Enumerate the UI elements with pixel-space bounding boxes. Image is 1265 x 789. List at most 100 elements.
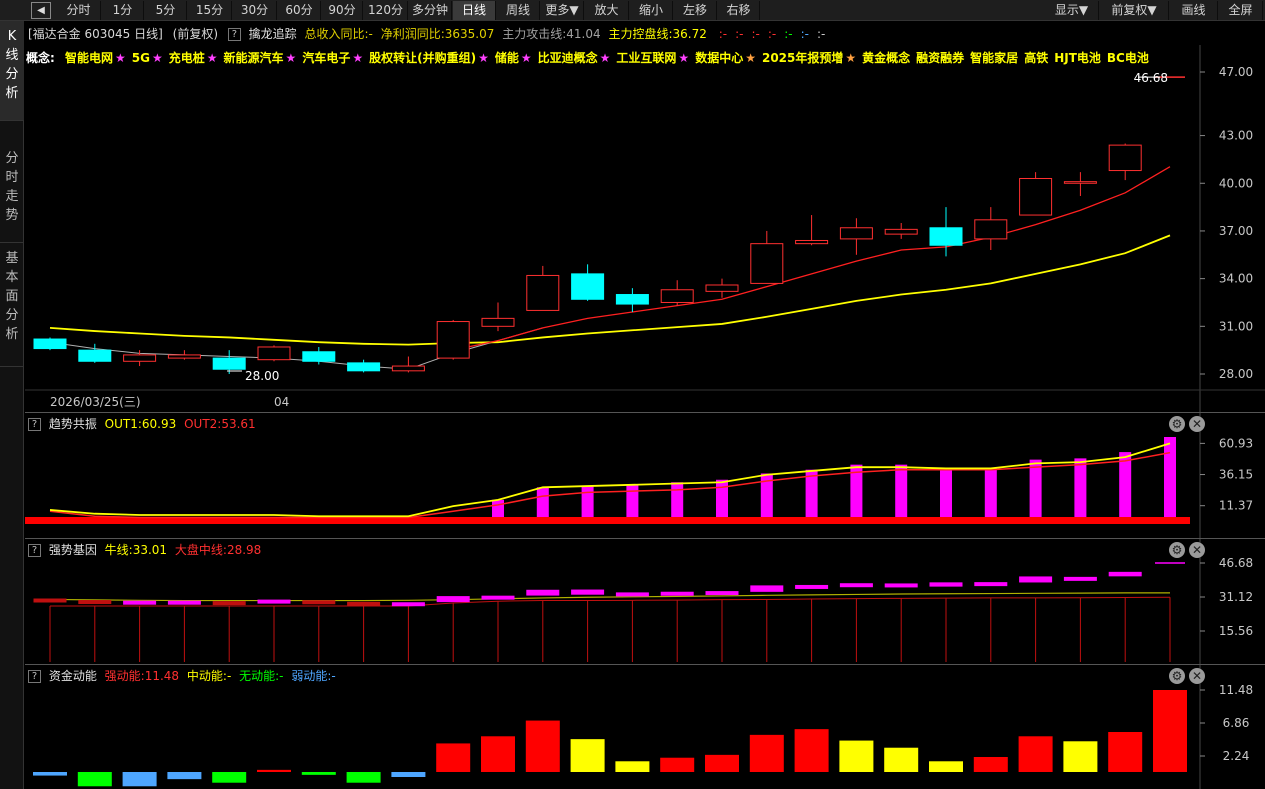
fund-axis-label: 11.48 xyxy=(1219,683,1253,697)
gene-candle xyxy=(347,601,381,606)
gene-candle xyxy=(571,589,605,595)
panel-fund-header: ? 资金动能 强动能:11.48 中动能:- 无动能:- 弱动能:- xyxy=(28,668,336,684)
candle[interactable] xyxy=(526,274,560,311)
fund-bar xyxy=(257,769,291,772)
panel-gene-name[interactable]: 强势基因 xyxy=(49,543,97,557)
fund-bar xyxy=(391,772,426,777)
fund-axis-label: 2.24 xyxy=(1223,749,1250,763)
candle[interactable] xyxy=(123,354,157,362)
fund-bar xyxy=(122,772,157,787)
candle[interactable] xyxy=(660,289,694,303)
gene-axis-label: 46.68 xyxy=(1219,556,1253,570)
sidebar-tab-1[interactable]: 分时走势 xyxy=(0,143,24,243)
gene-candle xyxy=(33,598,67,603)
gene-candle xyxy=(436,596,470,603)
panel-divider[interactable] xyxy=(25,412,1265,413)
gene-candle xyxy=(884,583,918,588)
fund-bar xyxy=(525,720,560,772)
gene-candle xyxy=(660,591,694,596)
help-icon[interactable]: ? xyxy=(28,418,41,431)
gene-candle xyxy=(750,585,784,592)
candle[interactable] xyxy=(884,228,918,235)
candle[interactable] xyxy=(212,357,246,370)
price-axis-label: 40.00 xyxy=(1219,176,1253,190)
candle[interactable] xyxy=(302,351,336,362)
candle[interactable] xyxy=(929,227,963,246)
candle[interactable] xyxy=(571,273,605,300)
trend-bar xyxy=(671,482,684,520)
high-price-mark: 46.68 xyxy=(1134,71,1168,85)
panel-trend-name[interactable]: 趋势共振 xyxy=(49,417,97,431)
gear-icon[interactable]: ⚙ xyxy=(1169,416,1185,432)
trend-axis-label: 60.93 xyxy=(1219,436,1253,450)
candle[interactable] xyxy=(347,362,381,372)
price-axis-label: 43.00 xyxy=(1219,129,1253,143)
candle[interactable] xyxy=(1019,177,1053,216)
trend-bar xyxy=(940,468,952,520)
gear-icon[interactable]: ⚙ xyxy=(1169,668,1185,684)
gear-icon[interactable]: ⚙ xyxy=(1169,542,1185,558)
price-axis-label: 37.00 xyxy=(1219,224,1253,238)
out1-value: OUT1:60.93 xyxy=(104,417,177,431)
ma-yellow-line xyxy=(49,234,1171,346)
help-icon[interactable]: ? xyxy=(28,544,41,557)
fund-axis-label: 6.86 xyxy=(1223,716,1250,730)
candle[interactable] xyxy=(167,354,201,359)
panel-fund-name[interactable]: 资金动能 xyxy=(49,669,97,683)
price-axis-label: 31.00 xyxy=(1219,319,1253,333)
gene-candle xyxy=(795,584,829,589)
fund-bar xyxy=(615,761,650,772)
trend-axis-label: 11.37 xyxy=(1219,499,1253,513)
panel-divider[interactable] xyxy=(25,664,1265,665)
gene-candle xyxy=(481,595,515,600)
strong-energy-value: 强动能:11.48 xyxy=(104,669,180,683)
trend-bar xyxy=(581,486,594,520)
date-month-label: 04 xyxy=(274,395,289,409)
candle[interactable] xyxy=(391,365,425,372)
trend-bar xyxy=(984,468,997,520)
candle[interactable] xyxy=(750,243,784,284)
panel-gene-tools: ⚙ ✕ xyxy=(1167,542,1207,558)
no-energy-value: 无动能:- xyxy=(239,669,284,683)
trend-bar xyxy=(895,464,908,520)
close-icon[interactable]: ✕ xyxy=(1189,542,1205,558)
out1-line xyxy=(49,442,1171,518)
trend-bar xyxy=(805,469,818,520)
fund-bar xyxy=(705,754,739,772)
close-icon[interactable]: ✕ xyxy=(1189,668,1205,684)
candle[interactable] xyxy=(615,294,649,305)
fund-bar xyxy=(1108,732,1143,772)
candle[interactable] xyxy=(436,321,470,359)
candle[interactable] xyxy=(1108,144,1142,172)
fund-bar xyxy=(212,772,247,783)
candle[interactable] xyxy=(705,284,739,292)
candle[interactable] xyxy=(257,346,291,361)
ma-red-line xyxy=(453,166,1171,351)
fund-bar xyxy=(77,772,112,787)
gene-candle xyxy=(1019,576,1053,583)
market-line-value: 大盘中线:28.98 xyxy=(174,543,262,557)
candle[interactable] xyxy=(481,317,515,327)
candle[interactable] xyxy=(1063,181,1097,184)
trend-bar xyxy=(1119,452,1132,520)
weak-energy-value: 弱动能:- xyxy=(291,669,336,683)
gene-candle xyxy=(167,600,201,605)
trend-bar xyxy=(716,479,728,520)
trend-bar xyxy=(626,484,639,520)
candle[interactable] xyxy=(78,349,112,362)
fund-bar xyxy=(660,757,695,772)
candle[interactable] xyxy=(839,227,873,240)
candle[interactable] xyxy=(795,239,829,245)
help-icon[interactable]: ? xyxy=(28,670,41,683)
sidebar-tab-0[interactable]: K线分析 xyxy=(0,21,24,121)
fund-bar xyxy=(436,743,471,772)
gene-axis-label: 31.12 xyxy=(1219,590,1253,604)
panel-divider[interactable] xyxy=(25,538,1265,539)
close-icon[interactable]: ✕ xyxy=(1189,416,1205,432)
fund-bar xyxy=(929,761,963,772)
candle[interactable] xyxy=(33,338,67,350)
bull-line-value: 牛线:33.01 xyxy=(104,543,168,557)
trend-bar xyxy=(492,499,504,520)
candle[interactable] xyxy=(974,219,1008,240)
sidebar-tab-2[interactable]: 基本面分析 xyxy=(0,243,24,367)
